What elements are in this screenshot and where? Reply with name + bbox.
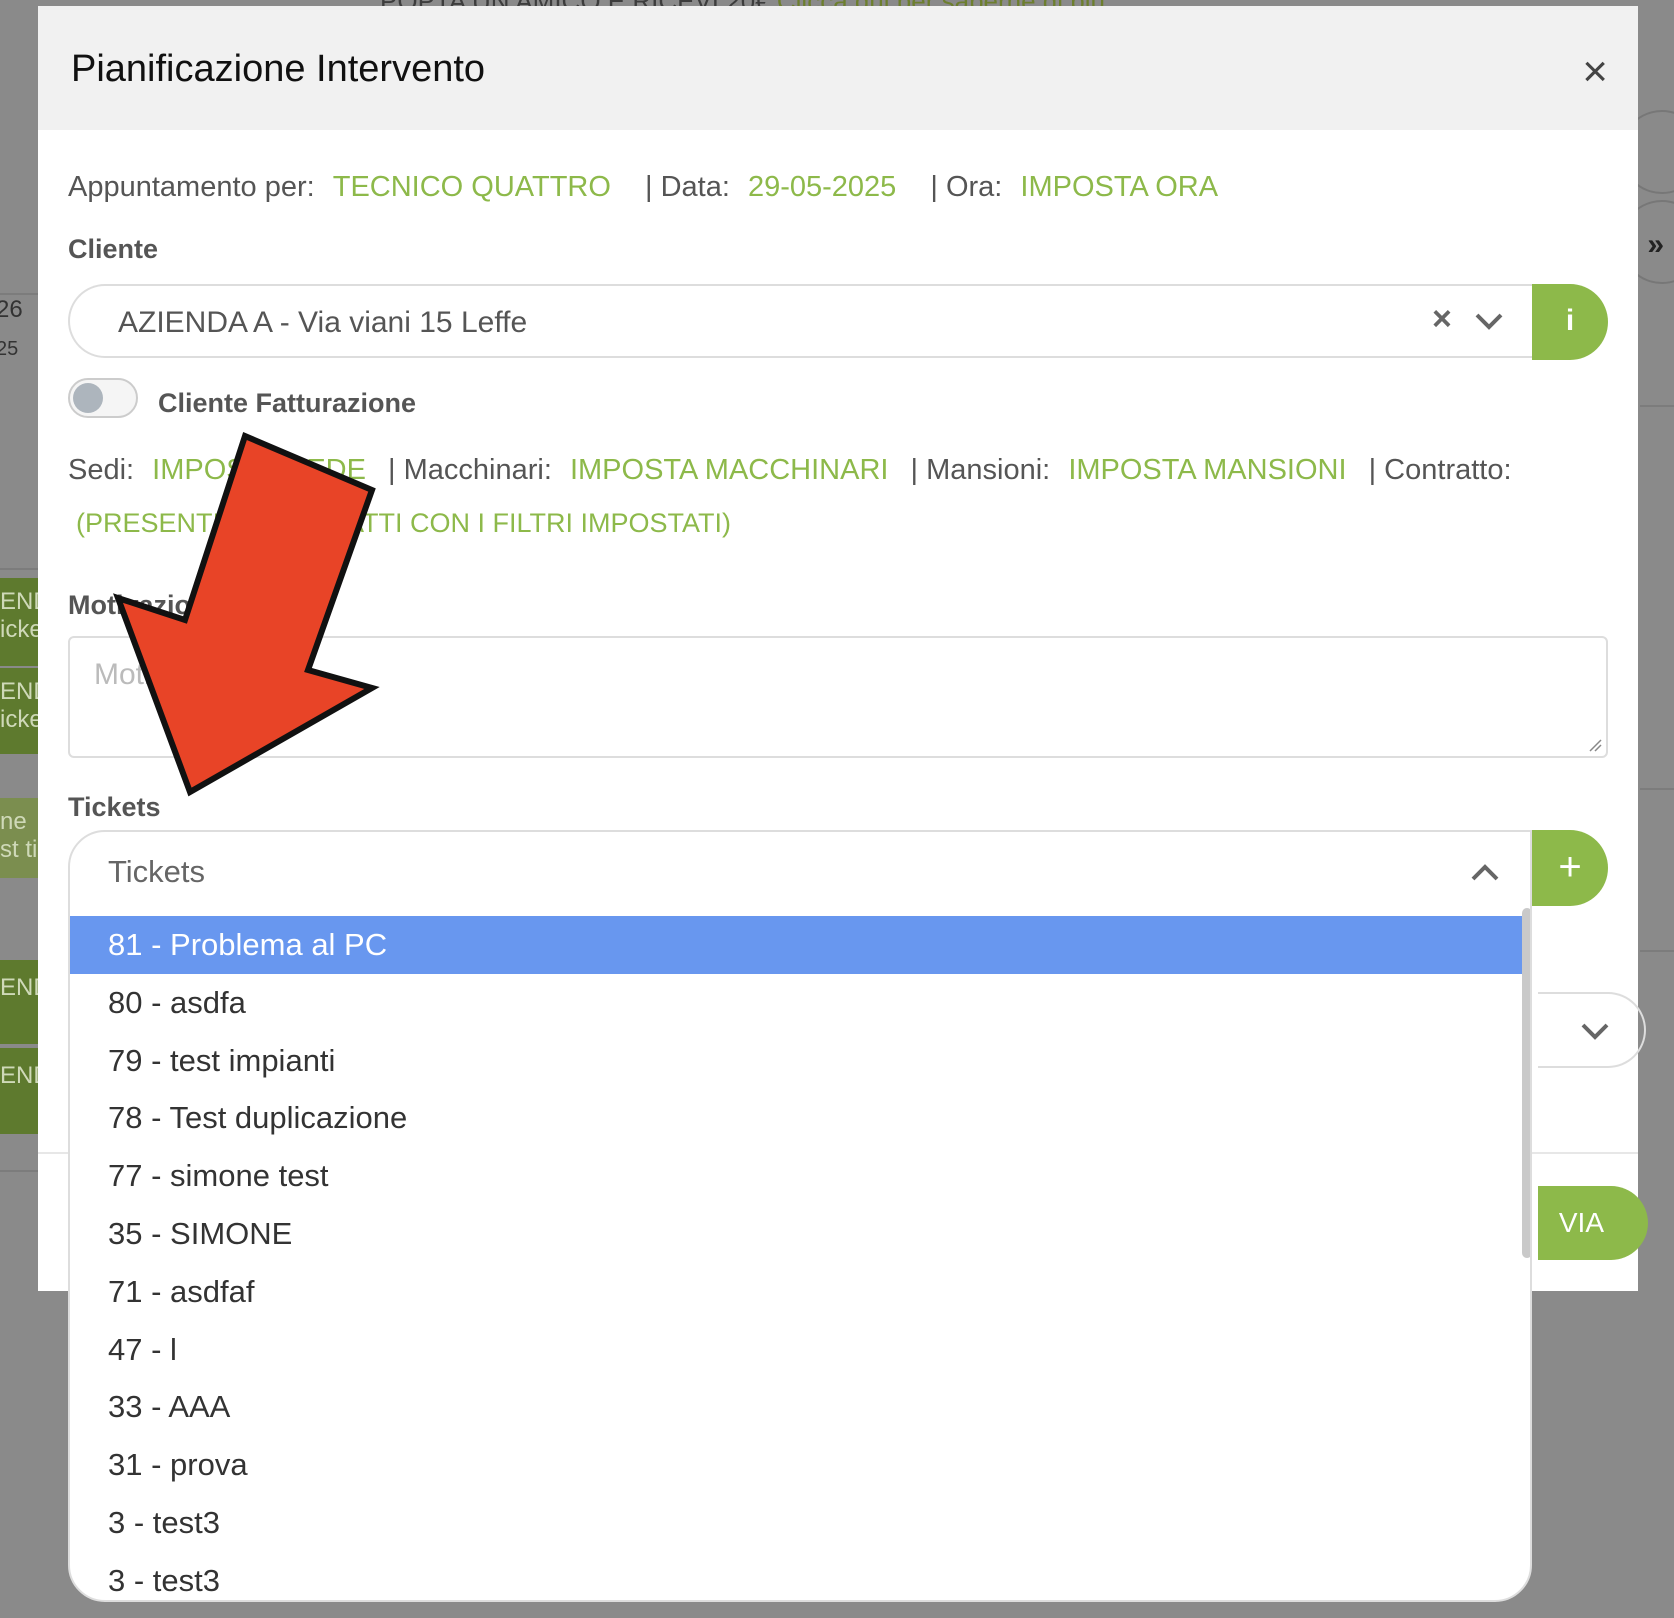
bg-divider bbox=[0, 568, 40, 570]
tickets-option-list: 81 - Problema al PC 80 - asdfa 79 - test i… bbox=[70, 916, 1522, 1600]
mansioni-link[interactable]: IMPOSTA MANSIONI bbox=[1068, 454, 1346, 486]
close-button[interactable]: × bbox=[1582, 50, 1608, 94]
macchinari-link[interactable]: IMPOSTA MACCHINARI bbox=[570, 454, 889, 486]
save-button[interactable]: VIA bbox=[1538, 1186, 1648, 1260]
time-label: | Ora: bbox=[930, 171, 1003, 203]
info-icon: i bbox=[1565, 304, 1575, 337]
bg-divider bbox=[0, 1170, 40, 1172]
hidden-select-edge[interactable] bbox=[1538, 992, 1646, 1068]
ticket-option[interactable]: 33 - AAA bbox=[70, 1378, 1522, 1436]
double-chevron-icon: » bbox=[1647, 228, 1664, 261]
dropdown-scrollbar[interactable] bbox=[1522, 908, 1530, 1258]
bg-divider bbox=[1640, 405, 1674, 407]
cliente-label: Cliente bbox=[68, 234, 159, 264]
info-button[interactable]: i bbox=[1532, 284, 1608, 360]
ticket-option[interactable]: 79 - test impianti bbox=[70, 1032, 1522, 1090]
date-label: | Data: bbox=[644, 171, 730, 203]
red-arrow-annotation bbox=[113, 431, 380, 797]
ticket-option[interactable]: 31 - prova bbox=[70, 1436, 1522, 1494]
technician-link[interactable]: TECNICO QUATTRO bbox=[333, 171, 611, 203]
appointment-for-label: Appuntamento per: bbox=[68, 171, 315, 203]
clear-icon[interactable]: × bbox=[1432, 300, 1452, 339]
chevron-up-icon[interactable] bbox=[1470, 862, 1500, 884]
ticket-option[interactable]: 47 - l bbox=[70, 1321, 1522, 1379]
cliente-select[interactable]: AZIENDA A - Via viani 15 Leffe × bbox=[68, 284, 1532, 358]
mansioni-label: | Mansioni: bbox=[910, 454, 1051, 486]
bg-event-card: END bbox=[0, 960, 40, 1044]
tickets-placeholder: Tickets bbox=[108, 854, 206, 889]
bg-event-card: END bbox=[0, 1048, 40, 1134]
chevron-down-icon[interactable] bbox=[1474, 310, 1504, 332]
bg-event-card: END icke bbox=[0, 578, 40, 666]
modal-title: Pianificazione Intervento bbox=[71, 48, 486, 90]
ticket-option[interactable]: 81 - Problema al PC bbox=[70, 916, 1522, 974]
bg-event-card: ne st tic bbox=[0, 798, 40, 878]
add-ticket-button[interactable]: + bbox=[1532, 830, 1608, 906]
ticket-option[interactable]: 77 - simone test bbox=[70, 1147, 1522, 1205]
time-link[interactable]: IMPOSTA ORA bbox=[1020, 171, 1218, 203]
bg-event-card: END icke bbox=[0, 668, 40, 754]
toggle-label: Cliente Fatturazione bbox=[158, 388, 417, 418]
bg-divider bbox=[1640, 950, 1674, 952]
bg-divider bbox=[1640, 788, 1674, 790]
bg-divider bbox=[0, 293, 40, 295]
chevron-down-icon[interactable] bbox=[1580, 1020, 1610, 1042]
ticket-option[interactable]: 80 - asdfa bbox=[70, 974, 1522, 1032]
ticket-option[interactable]: 35 - SIMONE bbox=[70, 1205, 1522, 1263]
bg-number-2: 25 bbox=[0, 338, 19, 360]
bg-number-1: 26 bbox=[0, 296, 23, 323]
date-link[interactable]: 29-05-2025 bbox=[748, 171, 896, 203]
appointment-line: Appuntamento per: TECNICO QUATTRO | Data… bbox=[68, 171, 1218, 204]
cliente-value: AZIENDA A - Via viani 15 Leffe bbox=[118, 306, 528, 339]
cliente-fatturazione-toggle[interactable] bbox=[68, 378, 138, 418]
ticket-option[interactable]: 78 - Test duplicazione bbox=[70, 1089, 1522, 1147]
contratto-label: | Contratto: bbox=[1368, 454, 1512, 486]
ticket-option[interactable]: 71 - asdfaf bbox=[70, 1263, 1522, 1321]
resize-handle-icon[interactable] bbox=[1588, 738, 1602, 752]
ticket-option[interactable]: 3 - test3 bbox=[70, 1494, 1522, 1552]
toggle-knob bbox=[73, 383, 103, 413]
ticket-option[interactable]: 3 - test3 bbox=[70, 1552, 1522, 1600]
modal-header: Pianificazione Intervento × bbox=[38, 6, 1638, 130]
macchinari-label: | Macchinari: bbox=[388, 454, 552, 486]
tickets-select-dropdown[interactable]: Tickets 81 - Problema al PC 80 - asdfa 79 … bbox=[68, 830, 1532, 1602]
